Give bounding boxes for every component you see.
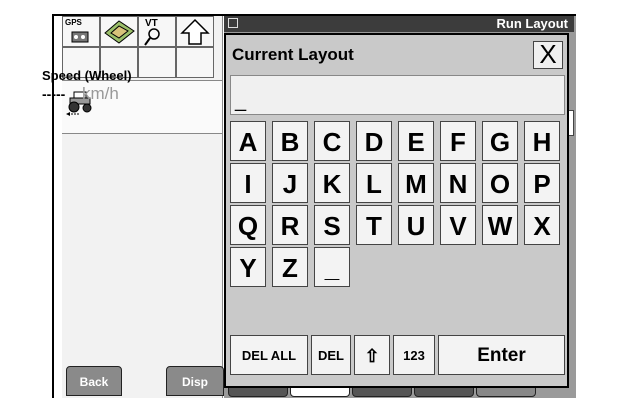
dialog-title: Current Layout [232,45,354,64]
key-a[interactable]: A [230,121,266,161]
key-q[interactable]: Q [230,205,266,245]
key-y[interactable]: Y [230,247,266,287]
empty-shortcut-3[interactable] [138,47,176,78]
vt-shortcut[interactable]: VT [138,16,176,47]
close-button[interactable]: X [533,41,563,69]
input-text: _ [235,90,247,112]
window-menu-icon[interactable] [228,18,238,28]
keyboard-dialog: Current Layout X _ ABCDEFGH IJKLMNOP QRSTU… [224,33,569,388]
shift-button[interactable]: ⇧ [354,335,390,375]
up-arrow-shortcut[interactable] [176,16,214,47]
key-u[interactable]: U [398,205,434,245]
up-arrow-icon [180,18,210,45]
key-z[interactable]: Z [272,247,308,287]
key-t[interactable]: T [356,205,392,245]
empty-shortcut-4[interactable] [176,47,214,78]
speed-unit: km/h [82,84,119,103]
key-p[interactable]: P [524,163,560,203]
window-title: Run Layout [496,16,569,31]
delete-button[interactable]: DEL [311,335,351,375]
key-h[interactable]: H [524,121,560,161]
speed-title: Speed (Wheel) [42,68,132,83]
field-map-shortcut[interactable] [100,16,138,47]
key-f[interactable]: F [440,121,476,161]
key-i[interactable]: I [230,163,266,203]
key-x[interactable]: X [524,205,560,245]
layout-name-input[interactable]: _ [230,75,565,115]
magnifier-icon [144,28,160,46]
key-b[interactable]: B [272,121,308,161]
key-r[interactable]: R [272,205,308,245]
field-map-icon [104,20,135,44]
speed-value: ----- [42,86,66,102]
key-j[interactable]: J [272,163,308,203]
key-k[interactable]: K [314,163,350,203]
key-s[interactable]: S [314,205,350,245]
key-n[interactable]: N [440,163,476,203]
key-d[interactable]: D [356,121,392,161]
key-e[interactable]: E [398,121,434,161]
key-c[interactable]: C [314,121,350,161]
disp-button[interactable]: Disp [166,366,224,396]
key-w[interactable]: W [482,205,518,245]
key-underscore[interactable]: _ [314,247,350,287]
enter-button[interactable]: Enter [438,335,565,375]
window-title-bar: Run Layout [224,16,574,32]
numeric-mode-button[interactable]: 123 [393,335,435,375]
delete-all-button[interactable]: DEL ALL [230,335,308,375]
key-l[interactable]: L [356,163,392,203]
key-o[interactable]: O [482,163,518,203]
key-m[interactable]: M [398,163,434,203]
key-g[interactable]: G [482,121,518,161]
key-v[interactable]: V [440,205,476,245]
gps-shortcut[interactable]: GPS [62,16,100,47]
back-button[interactable]: Back [66,366,122,396]
gps-receiver-icon [71,31,89,43]
